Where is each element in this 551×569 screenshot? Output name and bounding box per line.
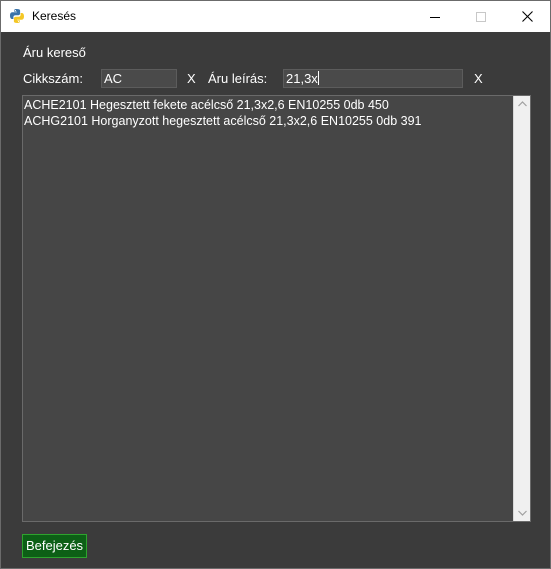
- list-item[interactable]: ACHE2101 Hegesztett fekete acélcső 21,3x…: [23, 97, 513, 113]
- description-value: 21,3x: [286, 71, 318, 86]
- results-items: ACHE2101 Hegesztett fekete acélcső 21,3x…: [23, 97, 513, 129]
- description-input[interactable]: 21,3x: [283, 69, 463, 88]
- chevron-up-icon: [517, 101, 527, 107]
- python-icon: [9, 8, 25, 24]
- window-title: Keresés: [32, 9, 77, 23]
- description-label: Áru leírás:: [208, 71, 268, 86]
- minimize-button[interactable]: [412, 1, 458, 32]
- section-title: Áru kereső: [23, 45, 86, 60]
- close-button[interactable]: [504, 1, 550, 32]
- scroll-up-button[interactable]: [514, 96, 530, 112]
- item-number-label: Cikkszám:: [23, 71, 83, 86]
- vertical-scrollbar[interactable]: [513, 96, 530, 521]
- chevron-down-icon: [517, 510, 527, 516]
- minimize-icon: [430, 16, 440, 18]
- list-item[interactable]: ACHG2101 Horganyzott hegesztett acélcső …: [23, 113, 513, 129]
- title-bar: Keresés: [1, 1, 550, 32]
- item-number-value: AC: [104, 71, 123, 86]
- close-icon: [521, 11, 533, 22]
- scroll-down-button[interactable]: [514, 505, 530, 521]
- clear-item-number-button[interactable]: X: [187, 71, 196, 86]
- finish-button[interactable]: Befejezés: [22, 534, 87, 558]
- search-window: Keresés Áru kereső Cikkszám: AC X Áru le…: [0, 0, 551, 569]
- item-number-input[interactable]: AC: [101, 69, 177, 88]
- maximize-icon: [476, 11, 486, 22]
- results-list[interactable]: ACHE2101 Hegesztett fekete acélcső 21,3x…: [22, 95, 531, 522]
- clear-description-button[interactable]: X: [474, 71, 483, 86]
- maximize-button[interactable]: [458, 1, 504, 32]
- text-cursor: [317, 71, 319, 85]
